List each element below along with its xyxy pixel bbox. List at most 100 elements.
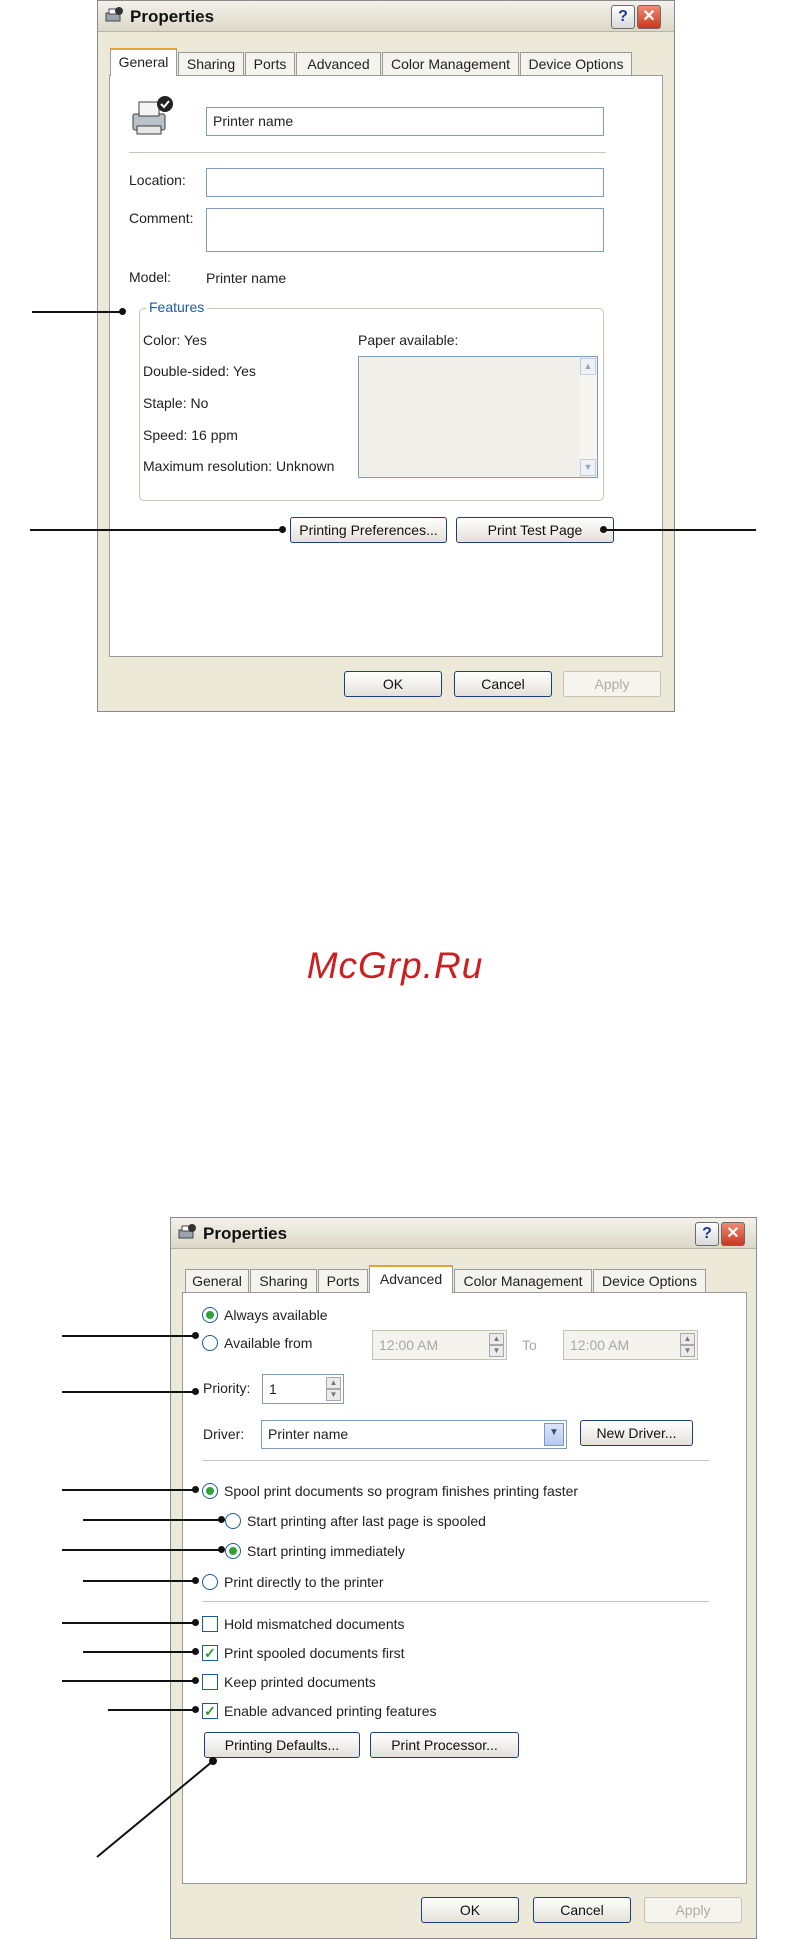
priority-spinner[interactable]: 1 ▲ ▼ <box>262 1374 344 1404</box>
apply-button[interactable]: Apply <box>644 1897 742 1923</box>
comment-field[interactable] <box>206 208 604 252</box>
callout-dot <box>192 1388 199 1395</box>
spin-up-icon[interactable]: ▲ <box>489 1333 504 1345</box>
location-field[interactable] <box>206 168 604 197</box>
print-test-page-button[interactable]: Print Test Page <box>456 517 614 543</box>
feature-double-sided: Double-sided: Yes <box>143 363 256 379</box>
location-label: Location: <box>129 172 186 188</box>
tab-device-options[interactable]: Device Options <box>593 1269 706 1293</box>
always-available-radio[interactable] <box>202 1307 218 1323</box>
tab-ports[interactable]: Ports <box>245 52 295 76</box>
cancel-button[interactable]: Cancel <box>454 671 552 697</box>
advanced-panel: Always available Available from 12:00 AM… <box>182 1292 747 1884</box>
available-from-label[interactable]: Available from <box>224 1335 312 1351</box>
callout-line <box>83 1651 194 1653</box>
callout-line <box>108 1709 194 1711</box>
divider <box>202 1601 709 1603</box>
spin-up-icon[interactable]: ▲ <box>680 1333 695 1345</box>
tab-device-options[interactable]: Device Options <box>520 52 632 76</box>
tab-color-management[interactable]: Color Management <box>454 1269 592 1293</box>
print-spooled-first-checkbox[interactable]: ✓ <box>202 1645 218 1661</box>
printing-defaults-button[interactable]: Printing Defaults... <box>204 1732 360 1758</box>
spinner-buttons[interactable]: ▲ ▼ <box>326 1377 341 1401</box>
close-icon[interactable]: ✕ <box>637 5 661 29</box>
enable-advanced-label[interactable]: Enable advanced printing features <box>224 1703 436 1719</box>
callout-line <box>62 1622 194 1624</box>
callout-line <box>62 1680 194 1682</box>
ok-button[interactable]: OK <box>344 671 442 697</box>
tab-sharing[interactable]: Sharing <box>250 1269 317 1293</box>
printer-properties-icon <box>105 7 123 22</box>
tab-color-management[interactable]: Color Management <box>382 52 519 76</box>
available-from-radio[interactable] <box>202 1335 218 1351</box>
driver-select-value: Printer name <box>268 1426 349 1442</box>
scrollbar[interactable]: ▲ ▼ <box>580 358 596 476</box>
always-available-label[interactable]: Always available <box>224 1307 328 1323</box>
help-icon[interactable]: ? <box>695 1222 719 1246</box>
tab-general[interactable]: General <box>185 1269 249 1293</box>
print-directly-radio[interactable] <box>202 1574 218 1590</box>
chevron-down-icon[interactable]: ▼ <box>544 1423 564 1446</box>
spool-radio[interactable] <box>202 1483 218 1499</box>
model-value: Printer name <box>206 270 287 286</box>
spinner-buttons[interactable]: ▲ ▼ <box>680 1333 695 1357</box>
callout-dot <box>218 1516 225 1523</box>
divider <box>129 152 606 154</box>
to-time-value: 12:00 AM <box>570 1337 630 1353</box>
callout-line <box>62 1549 223 1551</box>
priority-value[interactable]: 1 <box>269 1381 277 1397</box>
printer-name-field[interactable]: Printer name <box>206 107 604 136</box>
apply-button[interactable]: Apply <box>563 671 661 697</box>
general-panel: Printer name Location: Comment: Model: P… <box>109 75 663 657</box>
paper-available-label: Paper available: <box>358 332 459 348</box>
spin-down-icon[interactable]: ▼ <box>680 1345 695 1357</box>
close-icon[interactable]: ✕ <box>721 1222 745 1246</box>
callout-line <box>604 529 756 531</box>
title-bar: Properties ? ✕ <box>171 1218 756 1249</box>
driver-label: Driver: <box>203 1426 245 1442</box>
spool-label[interactable]: Spool print documents so program finishe… <box>224 1483 578 1499</box>
start-after-last-label[interactable]: Start printing after last page is spoole… <box>247 1513 486 1529</box>
print-directly-label[interactable]: Print directly to the printer <box>224 1574 384 1590</box>
spin-up-icon[interactable]: ▲ <box>326 1377 341 1389</box>
tab-advanced[interactable]: Advanced <box>296 52 381 76</box>
cancel-button[interactable]: Cancel <box>533 1897 631 1923</box>
to-label: To <box>522 1337 537 1353</box>
feature-max-resolution: Maximum resolution: Unknown <box>143 458 335 474</box>
enable-advanced-checkbox[interactable]: ✓ <box>202 1703 218 1719</box>
scroll-up-icon[interactable]: ▲ <box>580 358 596 375</box>
keep-printed-checkbox[interactable] <box>202 1674 218 1690</box>
callout-dot <box>218 1546 225 1553</box>
spinner-buttons[interactable]: ▲ ▼ <box>489 1333 504 1357</box>
start-immediately-radio[interactable] <box>225 1543 241 1559</box>
model-label: Model: <box>129 269 172 285</box>
printer-icon <box>132 96 173 135</box>
paper-available-list[interactable]: ▲ ▼ <box>358 356 598 478</box>
window-title: Properties <box>130 7 215 26</box>
callout-line <box>30 529 282 531</box>
print-processor-button[interactable]: Print Processor... <box>370 1732 519 1758</box>
to-time-spinner[interactable]: 12:00 AM ▲ ▼ <box>563 1330 698 1360</box>
driver-select[interactable]: Printer name ▼ <box>261 1420 567 1449</box>
tab-general[interactable]: General <box>110 48 177 76</box>
from-time-spinner[interactable]: 12:00 AM ▲ ▼ <box>372 1330 507 1360</box>
tab-advanced[interactable]: Advanced <box>369 1265 453 1293</box>
scroll-down-icon[interactable]: ▼ <box>580 459 596 476</box>
tab-sharing[interactable]: Sharing <box>178 52 244 76</box>
help-icon[interactable]: ? <box>611 5 635 29</box>
hold-mismatched-label[interactable]: Hold mismatched documents <box>224 1616 405 1632</box>
print-spooled-first-label[interactable]: Print spooled documents first <box>224 1645 405 1661</box>
features-group-title: Features <box>146 299 208 315</box>
keep-printed-label[interactable]: Keep printed documents <box>224 1674 376 1690</box>
new-driver-button[interactable]: New Driver... <box>580 1420 693 1446</box>
printing-preferences-button[interactable]: Printing Preferences... <box>290 517 447 543</box>
start-immediately-label[interactable]: Start printing immediately <box>247 1543 405 1559</box>
tab-ports[interactable]: Ports <box>318 1269 368 1293</box>
callout-dot <box>192 1577 199 1584</box>
start-after-last-radio[interactable] <box>225 1513 241 1529</box>
printer-properties-icon <box>178 1224 196 1239</box>
spin-down-icon[interactable]: ▼ <box>489 1345 504 1357</box>
spin-down-icon[interactable]: ▼ <box>326 1389 341 1401</box>
ok-button[interactable]: OK <box>421 1897 519 1923</box>
hold-mismatched-checkbox[interactable] <box>202 1616 218 1632</box>
